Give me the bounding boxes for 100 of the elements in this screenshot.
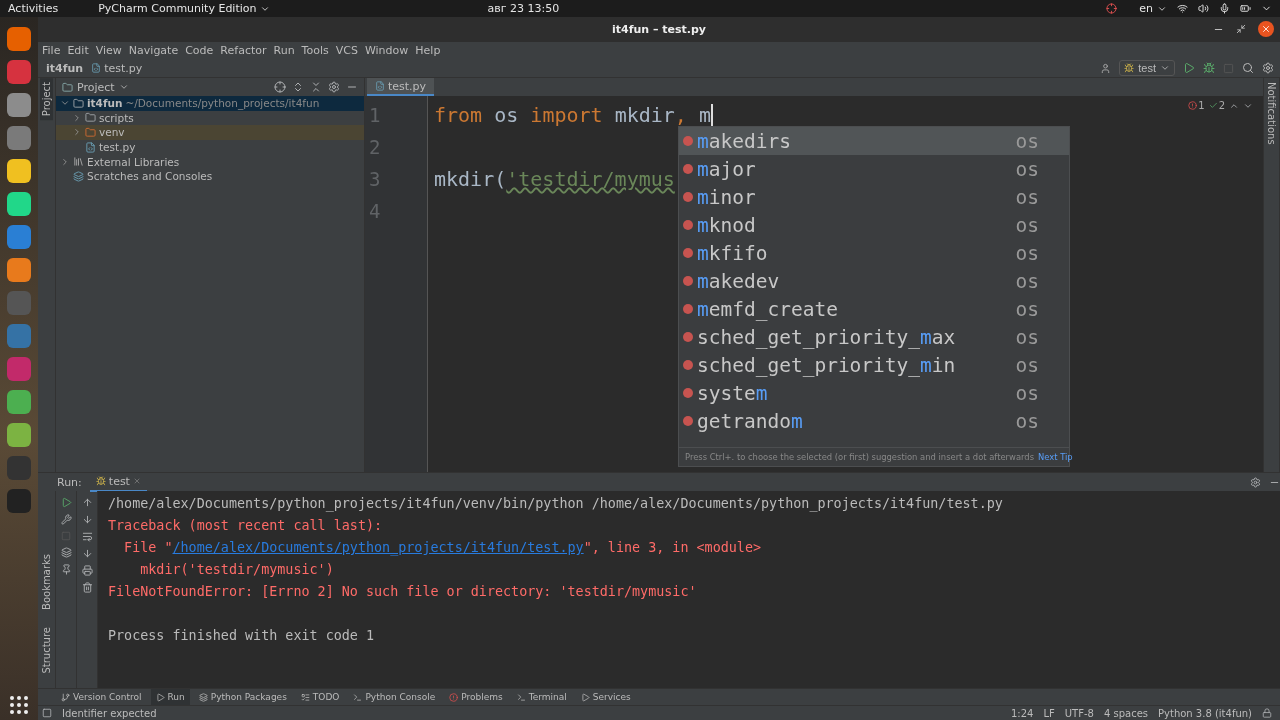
collapse-all-icon[interactable] <box>310 81 322 93</box>
restore-icon[interactable] <box>1236 24 1246 34</box>
status-item[interactable]: Python 3.8 (it4fun) <box>1158 707 1252 719</box>
tree-row[interactable]: venv <box>56 125 364 140</box>
tool-window-tab[interactable]: Python Console <box>348 689 441 705</box>
menu-item[interactable]: Help <box>415 44 441 57</box>
tool-window-tab[interactable]: Terminal <box>511 689 572 705</box>
app-icon[interactable] <box>7 159 31 183</box>
app-icon[interactable] <box>7 192 31 216</box>
menu-item[interactable]: Run <box>273 44 295 57</box>
tool-window-tab[interactable]: Services <box>575 689 636 705</box>
debug-icon[interactable] <box>1203 62 1215 74</box>
menu-item[interactable]: View <box>95 44 122 57</box>
up-icon[interactable] <box>81 497 93 508</box>
completion-item[interactable]: makedev os <box>679 267 1069 295</box>
settings-icon[interactable] <box>1262 62 1274 74</box>
completion-item[interactable]: getrandom os <box>679 407 1069 435</box>
status-item[interactable]: UTF-8 <box>1064 707 1094 719</box>
search-icon[interactable] <box>1242 62 1254 74</box>
rerun-icon[interactable] <box>60 497 72 508</box>
microphone-icon[interactable] <box>1219 3 1230 14</box>
app-icon[interactable] <box>7 423 31 447</box>
activities-button[interactable]: Activities <box>8 2 59 15</box>
breadcrumb[interactable]: test.py <box>91 61 143 75</box>
chevron-right-icon[interactable] <box>60 156 70 167</box>
warning-count[interactable]: 2 <box>1208 100 1225 111</box>
run-label: Run: <box>56 475 82 489</box>
side-tool-tab[interactable]: Bookmarks <box>40 549 53 614</box>
run-icon[interactable] <box>1183 62 1195 74</box>
menu-item[interactable]: File <box>42 44 61 57</box>
run-configuration-dropdown[interactable]: test <box>1119 60 1175 76</box>
tree-row[interactable]: Scratches and Consoles <box>56 168 364 184</box>
error-count[interactable]: 1 <box>1188 100 1205 111</box>
completion-item[interactable]: memfd_create os <box>679 295 1069 323</box>
completion-item[interactable]: sched_get_priority_min os <box>679 351 1069 379</box>
tool-window-tab[interactable]: TODO <box>295 689 345 705</box>
app-icon[interactable] <box>7 93 31 117</box>
down-icon[interactable] <box>81 514 93 525</box>
completion-item[interactable]: sched_get_priority_max os <box>679 323 1069 351</box>
app-grid-icon[interactable] <box>10 696 28 714</box>
panel-toggle-icon[interactable] <box>42 708 52 718</box>
notifications-tool-tab[interactable]: Notifications <box>1265 78 1278 149</box>
app-icon[interactable] <box>7 27 31 51</box>
menu-item[interactable]: Edit <box>67 44 89 57</box>
completion-item[interactable]: minor os <box>679 183 1069 211</box>
print-icon[interactable] <box>81 565 93 576</box>
wrench-icon[interactable] <box>60 514 72 525</box>
tool-window-tab[interactable]: Version Control <box>56 689 147 705</box>
menu-item[interactable]: Window <box>364 44 409 57</box>
app-icon[interactable] <box>7 126 31 150</box>
tree-row[interactable]: External Libraries <box>56 154 364 169</box>
status-item[interactable]: 4 spaces <box>1103 707 1148 719</box>
keyboard-layout[interactable]: en <box>1139 2 1167 15</box>
completion-item[interactable]: mknod os <box>679 211 1069 239</box>
tool-window-tab[interactable]: Python Packages <box>193 689 292 705</box>
breadcrumb[interactable]: it4fun <box>46 61 84 75</box>
locate-icon[interactable] <box>274 81 286 93</box>
app-icon[interactable] <box>7 60 31 84</box>
settings-icon[interactable] <box>1250 476 1261 488</box>
tree-row[interactable]: scripts <box>56 110 364 126</box>
next-tip-link[interactable]: Next Tip <box>1038 452 1073 462</box>
tree-row[interactable]: test.py <box>56 139 364 155</box>
pin-icon[interactable] <box>60 564 72 575</box>
close-button[interactable] <box>1258 21 1274 37</box>
completion-item[interactable]: makedirs os <box>679 127 1069 155</box>
project-tool-tab[interactable]: Project <box>40 78 53 121</box>
app-menu[interactable]: PyCharm Community Edition <box>98 2 271 15</box>
status-item[interactable]: LF <box>1043 707 1055 719</box>
completion-item[interactable]: major os <box>679 155 1069 183</box>
tree-row[interactable]: it4fun ~/Documents/python_projects/it4fun <box>56 96 364 111</box>
project-view-dropdown[interactable]: Project <box>62 80 129 94</box>
menu-item[interactable]: VCS <box>335 44 358 57</box>
tool-window-tab[interactable]: Problems <box>444 689 508 705</box>
app-icon[interactable] <box>7 390 31 414</box>
side-tool-tab[interactable]: Structure <box>40 623 53 678</box>
wifi-icon[interactable] <box>1177 3 1188 14</box>
file-link[interactable]: /home/alex/Documents/python_projects/it4fun/test.py <box>172 540 584 555</box>
trash-icon[interactable] <box>81 582 93 593</box>
lock-icon[interactable] <box>1262 708 1272 718</box>
user-icon[interactable] <box>1100 62 1112 74</box>
status-item[interactable]: 1:24 <box>1010 707 1034 719</box>
volume-icon[interactable] <box>1198 3 1209 14</box>
menu-item[interactable]: Refactor <box>220 44 267 57</box>
expand-all-icon[interactable] <box>292 81 304 93</box>
battery-icon[interactable] <box>1240 3 1251 14</box>
menu-item[interactable]: Tools <box>301 44 329 57</box>
close-icon[interactable] <box>132 477 141 485</box>
scroll-to-end-icon[interactable] <box>81 548 93 559</box>
clock[interactable]: авг 23 13:50 <box>487 2 560 15</box>
chevron-right-icon[interactable] <box>72 112 82 123</box>
chevron-right-icon[interactable] <box>72 127 82 138</box>
soft-wrap-icon[interactable] <box>81 531 93 542</box>
completion-item[interactable]: system os <box>679 379 1069 407</box>
tool-window-tab[interactable]: Run <box>150 689 190 705</box>
menu-item[interactable]: Code <box>185 44 214 57</box>
menu-item[interactable]: Navigate <box>128 44 179 57</box>
app-icon[interactable] <box>7 258 31 282</box>
completion-item[interactable]: mkfifo os <box>679 239 1069 267</box>
editor-tab[interactable]: test.py <box>367 78 435 96</box>
settings-icon[interactable] <box>328 81 340 93</box>
